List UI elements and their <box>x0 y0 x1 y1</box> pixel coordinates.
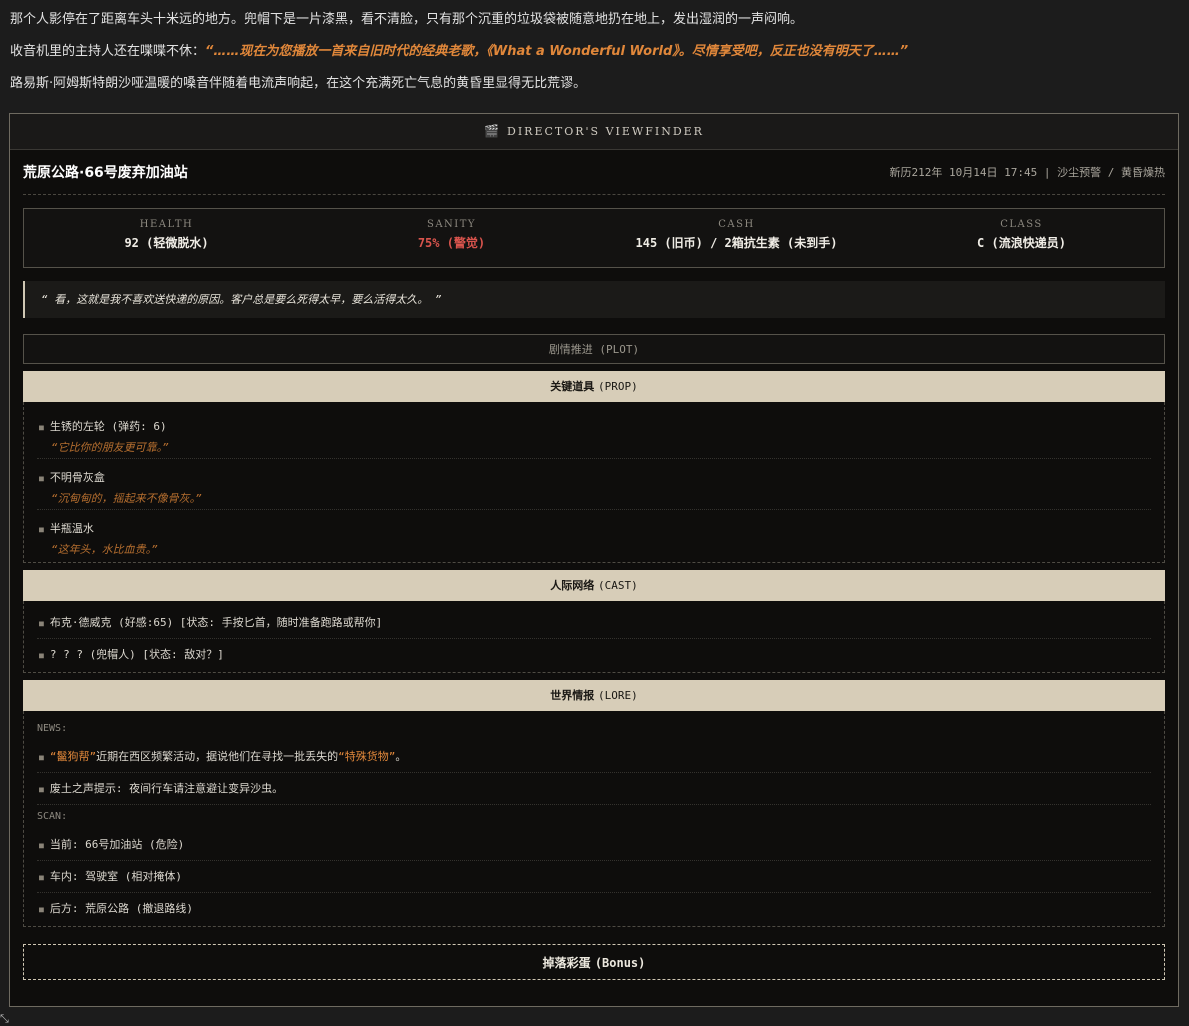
section-title-en: (PROP) <box>598 380 638 393</box>
stat-value: C (流浪快递员) <box>977 236 1066 250</box>
stat-value: 92 (轻微脱水) <box>124 236 209 250</box>
bullet-icon: ■ <box>39 784 44 794</box>
bullet-icon: ■ <box>39 618 44 628</box>
radio-prefix: 收音机里的主持人还在喋喋不休： <box>10 44 206 59</box>
cast-entry: ? ? ? (兜帽人) [状态: 敌对？] <box>49 648 224 661</box>
list-item: ■ “鬣狗帮”近期在西区频繁活动，据说他们在寻找一批丢失的“特殊货物”。 <box>37 741 1151 773</box>
bullet-icon: ■ <box>39 840 44 850</box>
clapperboard-icon: 🎬 <box>484 124 499 138</box>
stat-label: CASH <box>718 219 755 230</box>
directors-viewfinder-panel: 🎬 DIRECTOR'S VIEWFINDER 荒原公路·66号废弃加油站 新历2… <box>9 113 1179 1007</box>
lore-header[interactable]: 世界情报 (LORE) <box>23 680 1165 711</box>
lore-list: NEWS: ■ “鬣狗帮”近期在西区频繁活动，据说他们在寻找一批丢失的“特殊货物”… <box>23 711 1165 927</box>
stat-value: 145 (旧币) / 2箱抗生素 (未到手) <box>635 236 838 250</box>
story-text: 那个人影停在了距离车头十米远的地方。兜帽下是一片漆黑，看不清脸，只有那个沉重的垃… <box>0 0 1189 100</box>
prop-name: 不明骨灰盒 <box>49 471 105 484</box>
stats-bar: HEALTH 92 (轻微脱水) SANITY 75% (警觉) CASH 14… <box>23 208 1165 268</box>
cast-section: 人际网络 (CAST) ■ 布克·德威克 (好感:65) [状态: 手按匕首，随时… <box>23 570 1165 673</box>
scan-entry: 后方: 荒原公路 (撤退路线) <box>49 902 193 915</box>
scan-entry: 车内: 驾驶室 (相对掩体) <box>49 870 182 883</box>
stat-label: SANITY <box>426 219 477 230</box>
scan-label: SCAN: <box>37 811 68 822</box>
section-title: 世界情报 <box>550 689 595 702</box>
news-label: NEWS: <box>37 723 68 734</box>
stat-label: HEALTH <box>139 219 194 230</box>
list-item: ■ 生锈的左轮 (弹药: 6) “它比你的朋友更可靠。” <box>37 408 1151 459</box>
bullet-icon: ■ <box>39 422 44 432</box>
news-text: 废土之声提示: 夜间行车请注意避让变异沙虫。 <box>49 782 284 795</box>
stat-sanity: SANITY 75% (警觉) <box>309 209 594 267</box>
bullet-icon: ■ <box>39 524 44 534</box>
cast-header[interactable]: 人际网络 (CAST) <box>23 570 1165 601</box>
cargo-name: “特殊货物” <box>338 750 396 763</box>
story-paragraph-2: 收音机里的主持人还在喋喋不休：“……现在为您播放一首来自旧时代的经典老歌，《Wh… <box>10 36 1179 68</box>
bullet-icon: ■ <box>39 752 44 762</box>
section-title: 关键道具 <box>550 380 595 393</box>
bullet-icon: ■ <box>39 473 44 483</box>
radio-quote: “……现在为您播放一首来自旧时代的经典老歌，《What a Wonderful … <box>205 44 909 59</box>
stat-cash: CASH 145 (旧币) / 2箱抗生素 (未到手) <box>594 209 879 267</box>
list-item: ■ ? ? ? (兜帽人) [状态: 敌对？] <box>37 639 1151 670</box>
section-title-en: (LORE) <box>598 689 638 702</box>
stat-label: CLASS <box>1000 219 1043 230</box>
prop-desc: “沉甸甸的，摇起来不像骨灰。” <box>51 492 202 505</box>
bonus-label: 掉落彩蛋 <box>542 956 591 970</box>
section-title-en: (CAST) <box>598 579 638 592</box>
story-paragraph-3: 路易斯·阿姆斯特朗沙哑温暖的嗓音伴随着电流声响起，在这个充满死亡气息的黄昏里显得… <box>10 76 587 91</box>
inner-monologue: “ 看，这就是我不喜欢送快递的原因。客户总是要么死得太早，要么活得太久。 ” <box>23 281 1165 318</box>
props-section: 关键道具 (PROP) ■ 生锈的左轮 (弹药: 6) “它比你的朋友更可靠。” … <box>23 371 1165 563</box>
list-item: ■ 后方: 荒原公路 (撤退路线) <box>37 893 1151 924</box>
scan-entry: 当前: 66号加油站 (危险) <box>49 838 185 851</box>
cast-list: ■ 布克·德威克 (好感:65) [状态: 手按匕首，随时准备跑路或帮你] ■ ? … <box>23 601 1165 673</box>
resize-handle-icon[interactable]: ⤡ <box>0 1012 14 1025</box>
props-list: ■ 生锈的左轮 (弹药: 6) “它比你的朋友更可靠。” ■ 不明骨灰盒 “沉甸甸的… <box>23 402 1165 563</box>
stat-value: 75% (警觉) <box>417 236 486 250</box>
bullet-icon: ■ <box>39 872 44 882</box>
faction-name: “鬣狗帮” <box>49 750 97 763</box>
prop-desc: “这年头，水比血贵。” <box>51 543 158 556</box>
list-item: ■ 当前: 66号加油站 (危险) <box>37 829 1151 861</box>
list-item: ■ 废土之声提示: 夜间行车请注意避让变异沙虫。 <box>37 773 1151 805</box>
location-title: 荒原公路·66号废弃加油站 <box>23 165 188 181</box>
cast-entry: 布克·德威克 (好感:65) [状态: 手按匕首，随时准备跑路或帮你] <box>49 616 383 629</box>
lore-section: 世界情报 (LORE) NEWS: ■ “鬣狗帮”近期在西区频繁活动，据说他们在寻… <box>23 680 1165 927</box>
bonus-label-en: (Bonus) <box>594 956 646 970</box>
list-item: ■ 半瓶温水 “这年头，水比血贵。” <box>37 510 1151 560</box>
viewfinder-header: 🎬 DIRECTOR'S VIEWFINDER <box>10 114 1178 150</box>
news-text: 近期在西区频繁活动，据说他们在寻找一批丢失的 <box>96 750 339 763</box>
location-row: 荒原公路·66号废弃加油站 新历212年 10月14日 17:45 | 沙尘预警… <box>23 150 1165 195</box>
stat-class: CLASS C (流浪快递员) <box>879 209 1164 267</box>
prop-name: 半瓶温水 <box>49 522 94 535</box>
bullet-icon: ■ <box>39 904 44 914</box>
bonus-button[interactable]: 掉落彩蛋 (Bonus) <box>23 944 1165 980</box>
stat-health: HEALTH 92 (轻微脱水) <box>24 209 309 267</box>
viewfinder-title: DIRECTOR'S VIEWFINDER <box>507 125 704 138</box>
prop-desc: “它比你的朋友更可靠。” <box>51 441 169 454</box>
props-header[interactable]: 关键道具 (PROP) <box>23 371 1165 402</box>
prop-name: 生锈的左轮 (弹药: 6) <box>49 420 167 433</box>
location-meta: 新历212年 10月14日 17:45 | 沙尘预警 / 黄昏燥热 <box>889 166 1165 179</box>
news-end: 。 <box>395 750 407 763</box>
plot-button[interactable]: 剧情推进 (PLOT) <box>23 334 1165 364</box>
list-item: ■ 布克·德威克 (好感:65) [状态: 手按匕首，随时准备跑路或帮你] <box>37 607 1151 639</box>
list-item: ■ 不明骨灰盒 “沉甸甸的，摇起来不像骨灰。” <box>37 459 1151 510</box>
story-paragraph-1: 那个人影停在了距离车头十米远的地方。兜帽下是一片漆黑，看不清脸，只有那个沉重的垃… <box>10 12 804 27</box>
bullet-icon: ■ <box>39 650 44 660</box>
list-item: ■ 车内: 驾驶室 (相对掩体) <box>37 861 1151 893</box>
section-title: 人际网络 <box>550 579 595 592</box>
